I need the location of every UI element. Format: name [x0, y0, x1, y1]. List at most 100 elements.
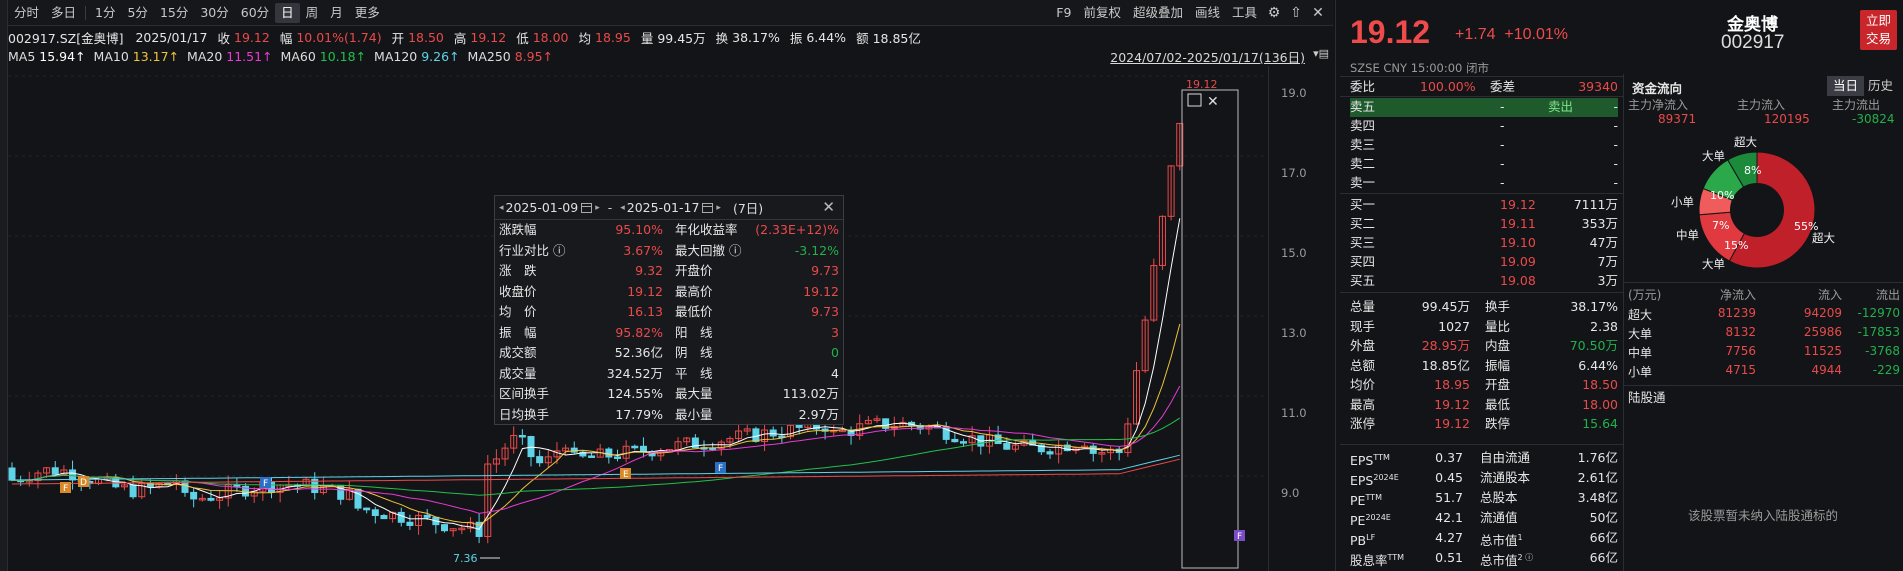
sell-level: 卖四 - -	[1350, 117, 1618, 136]
period-tab[interactable]: 1分	[89, 3, 121, 23]
calendar-icon	[581, 202, 593, 213]
period-tab[interactable]: 月	[324, 3, 349, 23]
candle-body	[363, 507, 371, 511]
stat-value: 18.00	[1582, 396, 1618, 412]
main-net-label: 主力净流入	[1628, 98, 1689, 112]
ma120-label: MA120	[374, 48, 418, 64]
wb-value: 100.00%	[1420, 79, 1476, 94]
stat-value: 19.12	[1434, 396, 1470, 412]
avg-label: 均	[578, 30, 592, 46]
fund-label: 总股本	[1480, 490, 1518, 505]
selection-box[interactable]	[1181, 89, 1239, 569]
end-date-picker[interactable]: 2025-01-17	[627, 200, 714, 215]
period-tab[interactable]: 多日	[45, 3, 82, 23]
candle-body	[69, 469, 77, 481]
candle-body	[588, 455, 596, 458]
fund-value: 3.48亿	[1577, 490, 1618, 505]
adjust-button[interactable]: 前复权	[1077, 3, 1127, 23]
level-price: -	[1500, 137, 1505, 152]
stat-cell: 最大量 113.02万	[669, 384, 839, 405]
stat-label: 总量	[1350, 299, 1376, 314]
next-icon[interactable]: ▸	[595, 203, 600, 213]
up-arrow-icon[interactable]: ⇧	[1285, 3, 1307, 23]
trade-button[interactable]: 立即 交易	[1860, 10, 1897, 50]
more-periods[interactable]: 更多	[349, 3, 386, 23]
divider	[1340, 444, 1623, 445]
maximize-icon[interactable]	[1187, 93, 1202, 107]
high-label: 高	[453, 30, 467, 46]
stat-value: 9.73	[811, 263, 839, 278]
tab-history[interactable]: 历史	[1862, 76, 1899, 96]
wc-value: 39340	[1578, 79, 1618, 94]
axis-tick: 15.0	[1281, 246, 1307, 260]
fund-label: 股息率TTM	[1350, 553, 1405, 569]
marker-letter: D	[80, 478, 87, 488]
overlay-button[interactable]: 超级叠加	[1127, 3, 1189, 23]
stat-row: 涨停 19.12 跌停 15.64	[1350, 415, 1618, 434]
candle-body	[951, 438, 959, 443]
stat-row: 收盘价 19.12 最高价 19.12	[495, 282, 843, 303]
close-icon[interactable]: ✕	[1307, 3, 1329, 23]
stat-label: 最大回撤 ⓘ	[675, 242, 742, 258]
start-date-picker[interactable]: 2025-01-09	[506, 200, 593, 215]
close-icon[interactable]: ✕	[822, 198, 835, 216]
stat-label: 阳 线	[675, 324, 713, 340]
candle-body	[380, 515, 388, 520]
period-tab[interactable]: 60分	[235, 3, 275, 23]
period-tab[interactable]: 周	[300, 3, 325, 23]
level-label: 卖五	[1350, 99, 1376, 114]
stat-label: 最小量	[675, 406, 713, 422]
period-tab-active[interactable]: 日	[275, 2, 300, 23]
left-strip	[0, 0, 8, 571]
slice-label: 10%	[1710, 189, 1734, 202]
period-tab[interactable]: 分时	[8, 3, 45, 23]
table-cell: 7756	[1725, 344, 1756, 358]
tab-today[interactable]: 当日	[1827, 76, 1865, 96]
fund-sup: TTM	[1373, 453, 1390, 462]
level-price: 19.08	[1500, 273, 1536, 288]
stat-label: 行业对比 ⓘ	[499, 242, 566, 258]
candle-body	[605, 448, 613, 458]
next-icon[interactable]: ▸	[716, 203, 721, 213]
selection-close-icon[interactable]: ✕	[1207, 94, 1219, 110]
stat-cell: 均 价 16.13	[499, 302, 669, 323]
flow-table-row: 超大 81239 94209 -12970	[1624, 306, 1903, 324]
prev-icon[interactable]: ◂	[620, 203, 625, 213]
ma60-value: 10.18↑	[319, 48, 367, 64]
candle-body	[614, 456, 621, 459]
draw-button[interactable]: 画线	[1189, 3, 1226, 23]
dropdown-icon[interactable]: ▾▤	[1313, 47, 1329, 60]
stat-cell: 收盘价 19.12	[499, 282, 669, 303]
divider	[1340, 193, 1623, 194]
stat-value: 3.67%	[623, 242, 663, 258]
prev-icon[interactable]: ◂	[499, 203, 504, 213]
flow-table-row: 小单 4715 4944 -229	[1624, 363, 1903, 381]
stat-label: 内盘	[1485, 338, 1511, 353]
level-label: 卖三	[1350, 137, 1376, 152]
level-label: 买四	[1350, 254, 1376, 269]
period-tab[interactable]: 5分	[121, 3, 153, 23]
stat-value: 95.82%	[615, 324, 663, 340]
low-label: 低	[516, 30, 529, 46]
amt-label: 额	[856, 30, 869, 46]
amp-value: 6.44%	[806, 29, 847, 45]
level-price: -	[1500, 99, 1505, 114]
fund-value: 2.61亿	[1577, 470, 1618, 485]
gear-icon[interactable]: ⚙	[1263, 3, 1285, 23]
date-range-selector[interactable]: 2024/07/02-2025/01/17(136日)	[1110, 47, 1305, 66]
buy-level: 买五 19.08 3万	[1350, 272, 1618, 291]
f9-button[interactable]: F9	[1050, 3, 1077, 23]
stat-value: 99.45万	[1421, 299, 1470, 314]
trade-label: 立即	[1865, 13, 1891, 28]
candle-body	[423, 514, 431, 518]
candle-body	[518, 434, 526, 438]
legend-label: 大单	[1702, 257, 1725, 271]
ma-line	[11, 458, 1180, 485]
stat-label: 成交额	[499, 345, 537, 360]
period-tab[interactable]: 30分	[194, 3, 234, 23]
tools-button[interactable]: 工具	[1226, 3, 1263, 23]
period-tab[interactable]: 15分	[154, 3, 194, 23]
marker-letter: F	[1237, 532, 1242, 542]
ma120-value: 9.26↑	[421, 48, 460, 64]
stat-value: 2.38	[1590, 318, 1618, 334]
